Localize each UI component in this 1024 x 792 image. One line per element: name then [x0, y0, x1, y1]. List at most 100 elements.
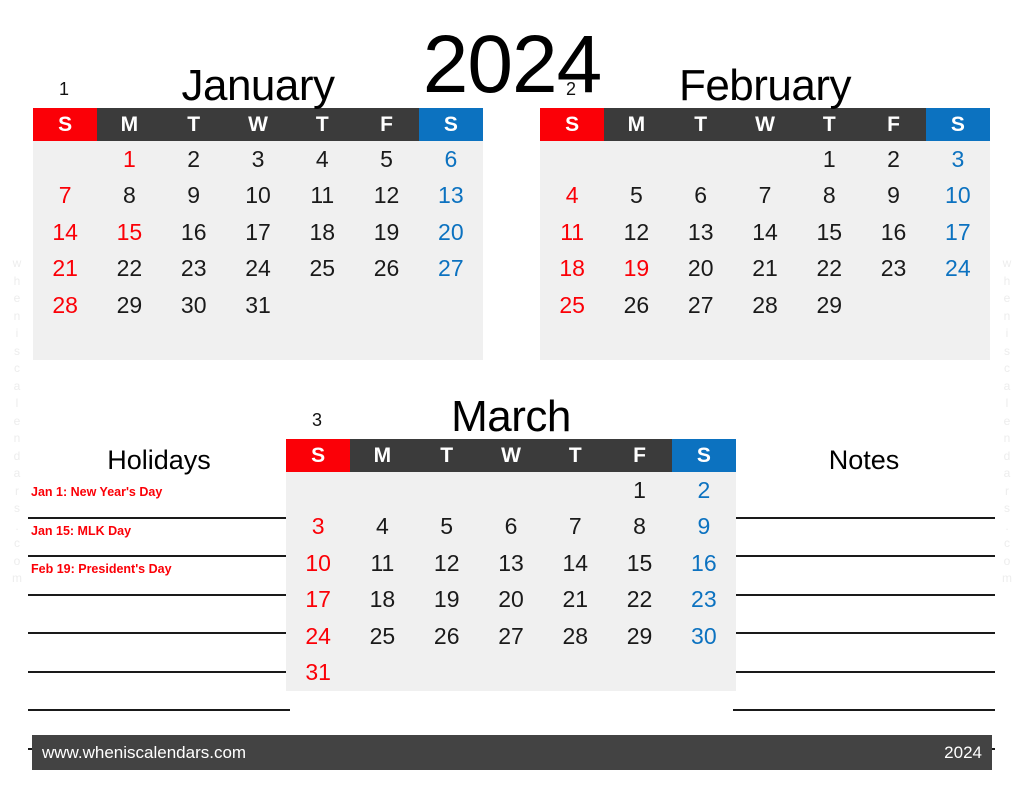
day-cell[interactable]: 10 [286, 545, 351, 582]
day-cell[interactable]: 3 [925, 141, 990, 178]
day-cell[interactable]: 20 [478, 581, 544, 618]
holiday-entry-row[interactable] [28, 596, 290, 634]
note-entry-row[interactable] [733, 634, 995, 673]
day-cell[interactable]: 9 [161, 177, 226, 214]
day-cell[interactable]: 9 [671, 508, 736, 545]
day-cell[interactable]: 5 [354, 141, 419, 178]
day-cell[interactable]: 12 [414, 545, 479, 582]
day-cell[interactable]: 29 [797, 287, 862, 324]
day-cell[interactable]: 16 [671, 545, 736, 582]
day-cell[interactable]: 13 [478, 545, 544, 582]
day-cell[interactable]: 14 [732, 214, 798, 251]
day-cell[interactable]: 15 [97, 214, 162, 251]
day-cell[interactable]: 20 [668, 250, 733, 287]
day-cell[interactable]: 30 [671, 618, 736, 655]
day-cell[interactable]: 28 [33, 287, 98, 324]
day-cell[interactable]: 24 [286, 618, 351, 655]
day-cell[interactable]: 8 [797, 177, 862, 214]
day-cell[interactable]: 15 [797, 214, 862, 251]
day-cell[interactable]: 4 [350, 508, 415, 545]
day-cell[interactable]: 22 [97, 250, 162, 287]
day-cell[interactable]: 1 [797, 141, 862, 178]
day-cell[interactable]: 17 [225, 214, 291, 251]
day-cell[interactable]: 22 [607, 581, 672, 618]
day-cell[interactable]: 27 [418, 250, 483, 287]
day-cell[interactable]: 19 [604, 250, 669, 287]
day-cell[interactable]: 2 [671, 472, 736, 509]
day-cell[interactable]: 23 [671, 581, 736, 618]
day-cell[interactable]: 28 [732, 287, 798, 324]
note-entry-row[interactable] [733, 596, 995, 634]
day-cell[interactable]: 11 [350, 545, 415, 582]
day-cell[interactable]: 8 [97, 177, 162, 214]
day-cell[interactable]: 21 [543, 581, 608, 618]
note-entry-row[interactable] [733, 673, 995, 711]
day-cell[interactable]: 6 [418, 141, 483, 178]
day-cell[interactable]: 16 [861, 214, 926, 251]
holiday-entry-row[interactable] [28, 634, 290, 673]
day-cell[interactable]: 7 [543, 508, 608, 545]
day-cell[interactable]: 25 [350, 618, 415, 655]
day-cell[interactable]: 17 [286, 581, 351, 618]
day-cell[interactable]: 15 [607, 545, 672, 582]
day-cell[interactable]: 1 [607, 472, 672, 509]
day-cell[interactable]: 8 [607, 508, 672, 545]
day-cell[interactable]: 12 [354, 177, 419, 214]
day-cell[interactable]: 12 [604, 214, 669, 251]
day-cell[interactable]: 24 [225, 250, 291, 287]
day-cell[interactable]: 14 [33, 214, 98, 251]
day-cell[interactable]: 5 [414, 508, 479, 545]
day-cell[interactable]: 30 [161, 287, 226, 324]
holiday-entry-row[interactable]: Feb 19: President's Day [28, 557, 290, 596]
day-cell[interactable]: 25 [540, 287, 605, 324]
day-cell[interactable]: 21 [732, 250, 798, 287]
day-cell[interactable]: 25 [290, 250, 355, 287]
day-cell[interactable]: 17 [925, 214, 990, 251]
day-cell[interactable]: 23 [861, 250, 926, 287]
day-cell[interactable]: 18 [290, 214, 355, 251]
day-cell[interactable]: 10 [225, 177, 291, 214]
day-cell[interactable]: 26 [354, 250, 419, 287]
day-cell[interactable]: 13 [668, 214, 733, 251]
footer-website-url[interactable]: www.wheniscalendars.com [42, 735, 246, 770]
day-cell[interactable]: 3 [286, 508, 351, 545]
day-cell[interactable]: 10 [925, 177, 990, 214]
day-cell[interactable]: 4 [290, 141, 355, 178]
holiday-entry-row[interactable]: Jan 15: MLK Day [28, 519, 290, 557]
day-cell[interactable]: 19 [414, 581, 479, 618]
day-cell[interactable]: 11 [540, 214, 605, 251]
day-cell[interactable]: 6 [668, 177, 733, 214]
day-cell[interactable]: 7 [33, 177, 98, 214]
day-cell[interactable]: 19 [354, 214, 419, 251]
day-cell[interactable]: 20 [418, 214, 483, 251]
note-entry-row[interactable] [733, 519, 995, 557]
day-cell[interactable]: 16 [161, 214, 226, 251]
day-cell[interactable]: 5 [604, 177, 669, 214]
day-cell[interactable]: 26 [604, 287, 669, 324]
day-cell[interactable]: 23 [161, 250, 226, 287]
day-cell[interactable]: 2 [861, 141, 926, 178]
day-cell[interactable]: 31 [225, 287, 291, 324]
holiday-entry-row[interactable]: Jan 1: New Year's Day [28, 480, 290, 519]
day-cell[interactable]: 29 [607, 618, 672, 655]
day-cell[interactable]: 1 [97, 141, 162, 178]
day-cell[interactable]: 22 [797, 250, 862, 287]
day-cell[interactable]: 4 [540, 177, 605, 214]
day-cell[interactable]: 26 [414, 618, 479, 655]
note-entry-row[interactable] [733, 480, 995, 519]
day-cell[interactable]: 2 [161, 141, 226, 178]
holiday-entry-row[interactable] [28, 673, 290, 711]
day-cell[interactable]: 3 [225, 141, 291, 178]
day-cell[interactable]: 18 [540, 250, 605, 287]
day-cell[interactable]: 13 [418, 177, 483, 214]
day-cell[interactable]: 27 [478, 618, 544, 655]
day-cell[interactable]: 31 [286, 654, 351, 691]
day-cell[interactable]: 29 [97, 287, 162, 324]
day-cell[interactable]: 11 [290, 177, 355, 214]
day-cell[interactable]: 14 [543, 545, 608, 582]
day-cell[interactable]: 24 [925, 250, 990, 287]
day-cell[interactable]: 9 [861, 177, 926, 214]
day-cell[interactable]: 6 [478, 508, 544, 545]
day-cell[interactable]: 28 [543, 618, 608, 655]
day-cell[interactable]: 7 [732, 177, 798, 214]
